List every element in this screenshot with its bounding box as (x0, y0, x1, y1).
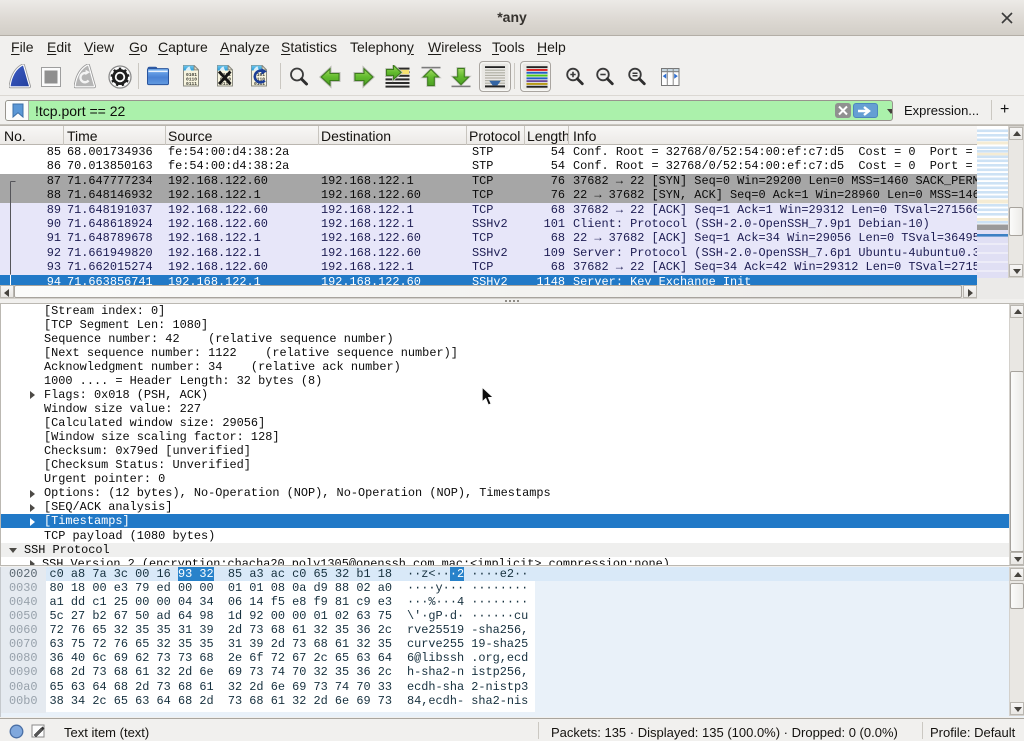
svg-text:0111: 0111 (186, 81, 197, 87)
